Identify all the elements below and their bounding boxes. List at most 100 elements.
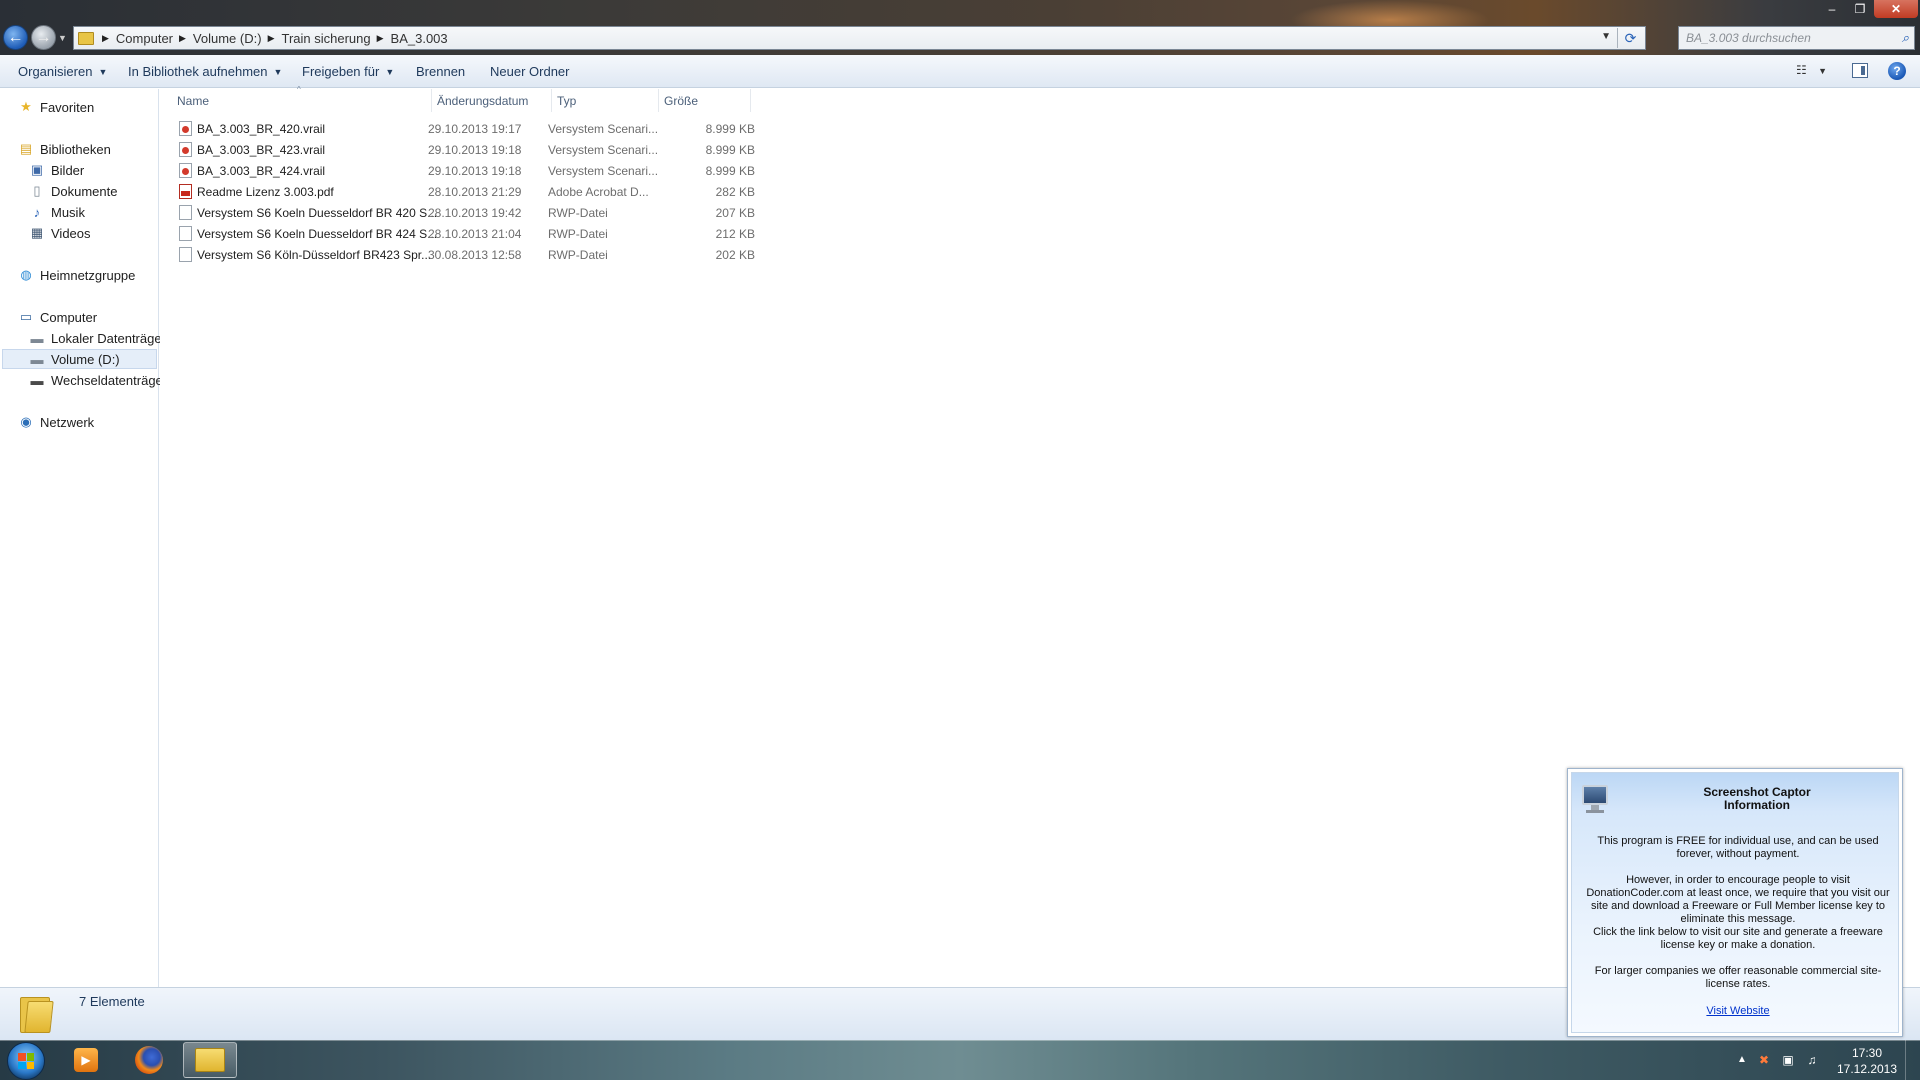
file-type: Versystem Scenari... xyxy=(548,121,659,136)
show-desktop-button[interactable] xyxy=(1905,1040,1920,1080)
file-name: BA_3.003_BR_420.vrail xyxy=(197,121,326,136)
arrow-right-icon: → xyxy=(35,28,52,46)
library-icon: ▤ xyxy=(19,141,33,156)
recent-pages-dropdown[interactable]: ▼ xyxy=(58,33,67,43)
file-name: Readme Lizenz 3.003.pdf xyxy=(197,184,334,199)
add-to-library-label: In Bibliothek aufnehmen xyxy=(128,64,268,79)
file-row[interactable]: Versystem S6 Köln-Düsseldorf BR423 Spr..… xyxy=(175,244,755,265)
nav-libraries[interactable]: ▤ Bibliotheken xyxy=(18,139,111,159)
minimize-button[interactable]: – xyxy=(1818,0,1846,18)
command-toolbar: Organisieren ▼ In Bibliothek aufnehmen ▼ F… xyxy=(0,55,1920,88)
file-row[interactable]: Versystem S6 Koeln Duesseldorf BR 420 S.… xyxy=(175,202,755,223)
item-count: 7 Elemente xyxy=(79,994,145,1009)
file-date: 29.10.2013 19:18 xyxy=(428,142,522,157)
file-name: Versystem S6 Koeln Duesseldorf BR 424 S.… xyxy=(197,226,438,241)
removable-disk-icon: ▬ xyxy=(30,372,44,388)
search-icon[interactable]: ⌕ xyxy=(1902,30,1909,46)
nav-music[interactable]: ♪ Musik xyxy=(29,202,85,222)
file-row[interactable]: Readme Lizenz 3.003.pdf 28.10.2013 21:29… xyxy=(175,181,755,202)
chevron-down-icon[interactable]: ▼ xyxy=(1601,31,1611,42)
nav-videos[interactable]: ▦ Videos xyxy=(29,223,91,243)
file-size: 212 KB xyxy=(715,226,755,241)
column-header-size[interactable]: Größe xyxy=(659,89,751,112)
file-name: Versystem S6 Köln-Düsseldorf BR423 Spr..… xyxy=(197,247,432,262)
dialog-body: Screenshot Captor Information This progr… xyxy=(1571,772,1899,1033)
organize-button[interactable]: Organisieren ▼ xyxy=(18,55,107,88)
nav-computer[interactable]: ▭ Computer xyxy=(18,307,97,327)
nav-network[interactable]: ◉ Netzwerk xyxy=(18,412,94,432)
chevron-down-icon: ▼ xyxy=(273,66,283,77)
file-size: 202 KB xyxy=(715,247,755,262)
file-type: Versystem Scenari... xyxy=(548,163,659,178)
refresh-button[interactable]: ⟳ xyxy=(1617,28,1643,48)
computer-icon: ▭ xyxy=(19,309,33,324)
taskbar-explorer[interactable] xyxy=(183,1042,237,1078)
volume-icon[interactable]: ♫ xyxy=(1804,1052,1820,1068)
file-row[interactable]: BA_3.003_BR_420.vrail 29.10.2013 19:17 V… xyxy=(175,118,755,139)
start-button[interactable] xyxy=(7,1042,45,1080)
new-folder-button[interactable]: Neuer Ordner xyxy=(490,55,569,88)
file-size: 207 KB xyxy=(715,205,755,220)
file-icon xyxy=(179,226,192,241)
show-hidden-icons-button[interactable]: ▲ xyxy=(1737,1054,1747,1065)
system-clock[interactable]: 17:30 17.12.2013 xyxy=(1835,1045,1899,1077)
search-placeholder: BA_3.003 durchsuchen xyxy=(1686,31,1811,45)
close-button[interactable]: ✕ xyxy=(1874,0,1918,18)
breadcrumb-computer[interactable]: Computer xyxy=(116,31,173,46)
breadcrumb-ba-3003[interactable]: BA_3.003 xyxy=(391,31,448,46)
change-view-button[interactable]: ☷ ▼ xyxy=(1796,63,1832,81)
file-type: RWP-Datei xyxy=(548,205,608,220)
chevron-right-icon[interactable]: ▶ xyxy=(268,33,275,44)
homegroup-icon: ◍ xyxy=(20,267,32,282)
burn-button[interactable]: Brennen xyxy=(416,55,465,88)
dialog-subtitle: Information xyxy=(1724,798,1790,812)
nav-favorites[interactable]: ★ Favoriten xyxy=(18,97,94,117)
tray-app-icon[interactable]: ✖ xyxy=(1756,1052,1772,1068)
maximize-button[interactable]: ❐ xyxy=(1846,0,1874,18)
file-row[interactable]: BA_3.003_BR_423.vrail 29.10.2013 19:18 V… xyxy=(175,139,755,160)
nav-local-disk[interactable]: ▬ Lokaler Datenträger xyxy=(29,328,166,348)
breadcrumb-volume-d[interactable]: Volume (D:) xyxy=(193,31,262,46)
file-date: 28.10.2013 21:04 xyxy=(428,226,522,241)
file-size: 8.999 KB xyxy=(705,142,755,157)
nav-label: Lokaler Datenträger xyxy=(51,330,166,346)
nav-homegroup[interactable]: ◍ Heimnetzgruppe xyxy=(18,265,135,285)
nav-documents[interactable]: ▯ Dokumente xyxy=(29,181,117,201)
add-to-library-button[interactable]: In Bibliothek aufnehmen ▼ xyxy=(128,55,282,88)
network-icon: ◉ xyxy=(20,414,32,429)
help-button[interactable]: ? xyxy=(1888,62,1906,80)
address-bar[interactable]: ▶ Computer ▶ Volume (D:) ▶ Train sicheru… xyxy=(73,26,1646,50)
nav-pictures[interactable]: ▣ Bilder xyxy=(29,160,84,180)
pdf-icon xyxy=(179,184,192,199)
nav-label: Favoriten xyxy=(40,99,95,115)
column-header-date[interactable]: Änderungsdatum xyxy=(432,89,552,112)
column-header-type[interactable]: Typ xyxy=(552,89,659,112)
file-name: Versystem S6 Koeln Duesseldorf BR 420 S.… xyxy=(197,205,438,220)
nav-removable-disk[interactable]: ▬ Wechseldatenträger xyxy=(29,370,168,390)
taskbar: ▶ ▲ ✖ ▣ ♫ 17:30 17.12.2013 xyxy=(0,1040,1920,1080)
nav-label: Computer xyxy=(40,309,98,325)
forward-button[interactable]: → xyxy=(31,25,56,50)
nav-volume-d[interactable]: ▬ Volume (D:) xyxy=(2,349,157,369)
nav-label: Volume (D:) xyxy=(51,351,120,367)
chevron-right-icon[interactable]: ▶ xyxy=(179,33,186,44)
chevron-right-icon[interactable]: ▶ xyxy=(102,33,109,44)
taskbar-media-player[interactable]: ▶ xyxy=(59,1042,113,1078)
search-input[interactable]: BA_3.003 durchsuchen ⌕ xyxy=(1678,26,1915,50)
dialog-paragraph: Click the link below to visit our site a… xyxy=(1593,926,1883,951)
chevron-right-icon[interactable]: ▶ xyxy=(377,33,384,44)
file-date: 28.10.2013 21:29 xyxy=(428,184,522,199)
vrail-icon xyxy=(179,121,192,136)
file-row[interactable]: Versystem S6 Koeln Duesseldorf BR 424 S.… xyxy=(175,223,755,244)
taskbar-firefox[interactable] xyxy=(122,1042,176,1078)
visit-website-link[interactable]: Visit Website xyxy=(1578,1005,1898,1017)
network-tray-icon[interactable]: ▣ xyxy=(1780,1052,1796,1068)
share-with-button[interactable]: Freigeben für ▼ xyxy=(302,55,394,88)
back-button[interactable]: ← xyxy=(3,25,28,50)
column-header-name[interactable]: Name xyxy=(172,89,432,112)
windows-logo-icon xyxy=(18,1053,34,1069)
preview-pane-button[interactable] xyxy=(1852,63,1868,78)
breadcrumb-train-sicherung[interactable]: Train sicherung xyxy=(281,31,370,46)
file-row[interactable]: BA_3.003_BR_424.vrail 29.10.2013 19:18 V… xyxy=(175,160,755,181)
clock-date: 17.12.2013 xyxy=(1836,1062,1898,1076)
